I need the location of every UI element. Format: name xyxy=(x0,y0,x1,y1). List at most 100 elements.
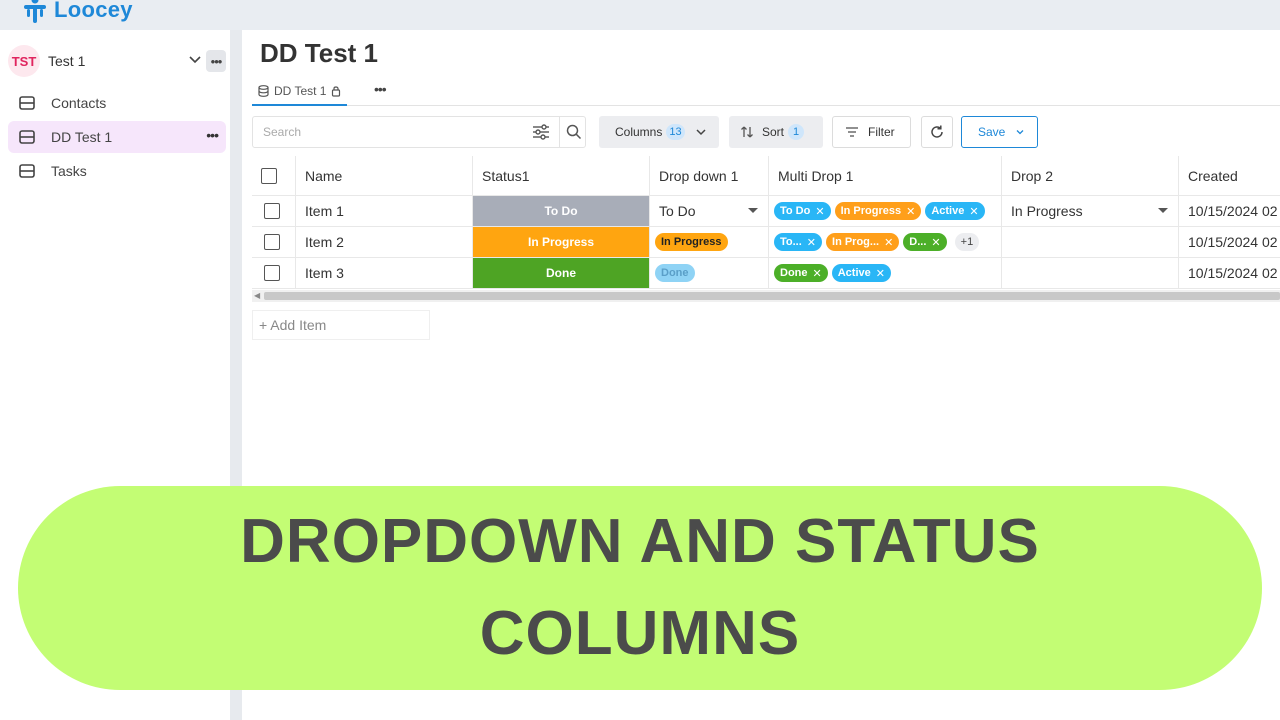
remove-tag-icon[interactable]: ✕ xyxy=(807,236,816,249)
status-cell[interactable]: Done xyxy=(473,258,650,289)
dropdown-cell[interactable]: In Progress xyxy=(650,227,769,258)
drop2-cell[interactable]: In Progress xyxy=(1002,196,1179,227)
sliders-icon[interactable] xyxy=(531,123,551,141)
scrollbar-thumb[interactable] xyxy=(264,292,1280,300)
refresh-icon xyxy=(931,125,943,138)
multi-select-tag: Done ✕ xyxy=(774,264,828,282)
sidebar-item-contacts[interactable]: Contacts xyxy=(8,87,226,119)
more-tags-badge[interactable]: +1 xyxy=(954,233,980,251)
chevron-down-icon[interactable] xyxy=(188,52,202,66)
multi-select-tag: In Prog... ✕ xyxy=(826,233,900,251)
column-header-drop-2[interactable]: Drop 2 xyxy=(1002,156,1179,196)
created-cell: 10/15/2024 02 xyxy=(1179,258,1280,289)
columns-button[interactable]: Columns 13 xyxy=(599,116,719,148)
filter-icon xyxy=(846,127,858,137)
caret-down-icon[interactable] xyxy=(1158,208,1168,213)
lock-icon xyxy=(332,86,341,97)
created-cell: 10/15/2024 02 xyxy=(1179,196,1280,227)
multi-select-tag: Active ✕ xyxy=(925,202,985,220)
sidebar-item-label: DD Test 1 xyxy=(51,129,113,145)
name-cell[interactable]: Item 3 xyxy=(296,258,473,289)
view-tab-bar: DD Test 1 ••• xyxy=(252,78,1280,106)
multi-select-tag: To... ✕ xyxy=(774,233,823,251)
tab-more-button[interactable]: ••• xyxy=(374,81,387,97)
column-header-multi-drop-1[interactable]: Multi Drop 1 xyxy=(769,156,1002,196)
search-box xyxy=(252,116,586,148)
tag-label: In Prog... xyxy=(832,236,880,248)
search-divider xyxy=(559,117,560,147)
multi-select-cell[interactable]: To Do ✕ In Progress ✕ Active ✕ xyxy=(769,196,1002,227)
save-label: Save xyxy=(978,125,1006,139)
multi-select-cell[interactable]: Done ✕ Active ✕ xyxy=(769,258,1002,289)
tag-label: D... xyxy=(909,236,927,248)
row-select-cell xyxy=(252,196,296,227)
multi-select-tag: In Progress ✕ xyxy=(834,202,922,220)
name-cell[interactable]: Item 1 xyxy=(296,196,473,227)
row-checkbox[interactable] xyxy=(264,265,280,281)
multi-select-cell[interactable]: To... ✕ In Prog... ✕ D... ✕ +1 xyxy=(769,227,1002,258)
select-all-checkbox[interactable] xyxy=(261,167,277,184)
status-cell[interactable]: In Progress xyxy=(473,227,650,258)
tab-dd-test-1[interactable]: DD Test 1 xyxy=(252,78,348,106)
refresh-button[interactable] xyxy=(921,116,953,148)
workspace-selector[interactable]: TST Test 1 ••• xyxy=(8,45,228,77)
scroll-left-icon[interactable]: ◀ xyxy=(254,291,260,300)
drop2-value: In Progress xyxy=(1011,203,1083,219)
search-icon[interactable] xyxy=(565,123,583,141)
row-checkbox[interactable] xyxy=(264,234,280,250)
table-icon xyxy=(18,128,36,146)
filter-button[interactable]: Filter xyxy=(832,116,911,148)
remove-tag-icon[interactable]: ✕ xyxy=(969,205,978,218)
sidebar-item-more-button[interactable]: ••• xyxy=(206,127,219,143)
remove-tag-icon[interactable]: ✕ xyxy=(884,236,893,249)
sidebar-item-dd-test-1[interactable]: DD Test 1 ••• xyxy=(8,121,226,153)
remove-tag-icon[interactable]: ✕ xyxy=(906,205,915,218)
status-cell[interactable]: To Do xyxy=(473,196,650,227)
app-logo[interactable]: Loocey xyxy=(22,0,133,24)
sort-button[interactable]: Sort 1 xyxy=(729,116,823,148)
columns-count-badge: 13 xyxy=(666,124,685,140)
row-select-cell xyxy=(252,258,296,289)
add-item-button[interactable]: + Add Item xyxy=(252,310,430,340)
multi-select-tag: D... ✕ xyxy=(903,233,947,251)
multi-select-tag: To Do ✕ xyxy=(774,202,831,220)
remove-tag-icon[interactable]: ✕ xyxy=(813,267,822,280)
top-bar: Loocey xyxy=(0,0,1280,30)
column-header-name[interactable]: Name xyxy=(296,156,473,196)
horizontal-scrollbar[interactable]: ◀ xyxy=(252,290,1280,302)
logo-text: Loocey xyxy=(54,0,133,22)
sort-count-badge: 1 xyxy=(788,124,805,140)
drop2-cell[interactable] xyxy=(1002,227,1179,258)
remove-tag-icon[interactable]: ✕ xyxy=(931,236,940,249)
workspace-more-button[interactable]: ••• xyxy=(206,50,226,72)
row-checkbox[interactable] xyxy=(264,203,280,219)
table-icon xyxy=(18,94,36,112)
caret-down-icon[interactable] xyxy=(748,208,758,213)
dropdown-cell[interactable]: Done xyxy=(650,258,769,289)
workspace-name: Test 1 xyxy=(48,53,86,69)
column-header-drop-down-1[interactable]: Drop down 1 xyxy=(650,156,769,196)
tab-label: DD Test 1 xyxy=(274,84,327,98)
sidebar-item-label: Tasks xyxy=(51,163,87,179)
banner-line-1: DROPDOWN AND STATUS xyxy=(240,507,1040,576)
remove-tag-icon[interactable]: ✕ xyxy=(876,267,885,280)
select-all-cell xyxy=(252,156,296,196)
tag-label: To Do xyxy=(780,205,811,217)
sidebar-item-tasks[interactable]: Tasks xyxy=(8,155,226,187)
page-title: DD Test 1 xyxy=(260,38,378,68)
dropdown-cell[interactable]: To Do xyxy=(650,196,769,227)
columns-label: Columns xyxy=(615,125,663,139)
tag-label: Active xyxy=(837,267,871,279)
sidebar-item-label: Contacts xyxy=(51,95,107,111)
search-input[interactable] xyxy=(254,118,524,146)
column-header-status1[interactable]: Status1 xyxy=(473,156,650,196)
save-button[interactable]: Save xyxy=(961,116,1038,148)
name-cell[interactable]: Item 2 xyxy=(296,227,473,258)
data-table: Name Status1 Drop down 1 Multi Drop 1 Dr… xyxy=(252,156,1280,304)
dropdown-pill: In Progress xyxy=(655,233,728,251)
column-header-created[interactable]: Created xyxy=(1179,156,1280,196)
dropdown-pill: Done xyxy=(655,264,695,282)
remove-tag-icon[interactable]: ✕ xyxy=(815,205,824,218)
drop2-cell[interactable] xyxy=(1002,258,1179,289)
tag-label: In Progress xyxy=(840,205,902,217)
